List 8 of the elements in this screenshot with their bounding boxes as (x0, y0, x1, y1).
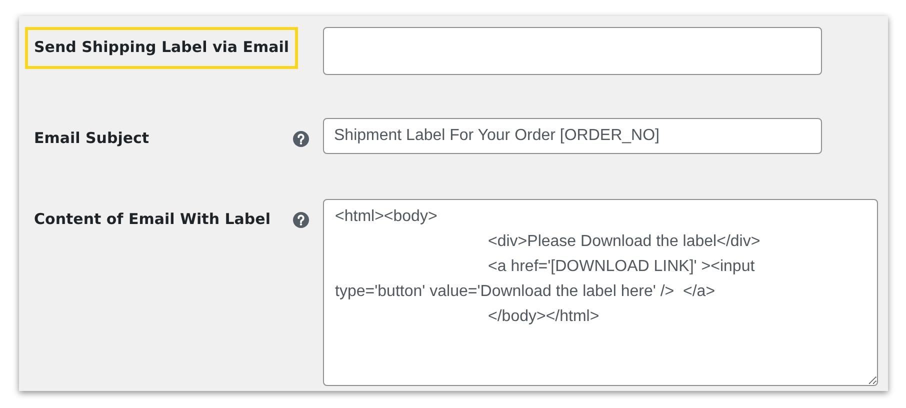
field-label: Send Shipping Label via Email (25, 27, 298, 69)
text-area[interactable]: <html><body> <div>Please Download the label</div> <a href='[DOWNLOAD LINK]' ><input type='button' value='Download the label here' /> </a> </body></html> (323, 199, 878, 386)
text-field[interactable]: Shipment Label For Your Order [ORDER_NO] (323, 118, 822, 154)
help-icon[interactable] (293, 212, 309, 228)
text-field[interactable] (323, 27, 822, 75)
field-label: Content of Email With Label (33, 209, 272, 230)
field-label: Email Subject (33, 128, 150, 149)
help-icon[interactable] (293, 131, 309, 147)
